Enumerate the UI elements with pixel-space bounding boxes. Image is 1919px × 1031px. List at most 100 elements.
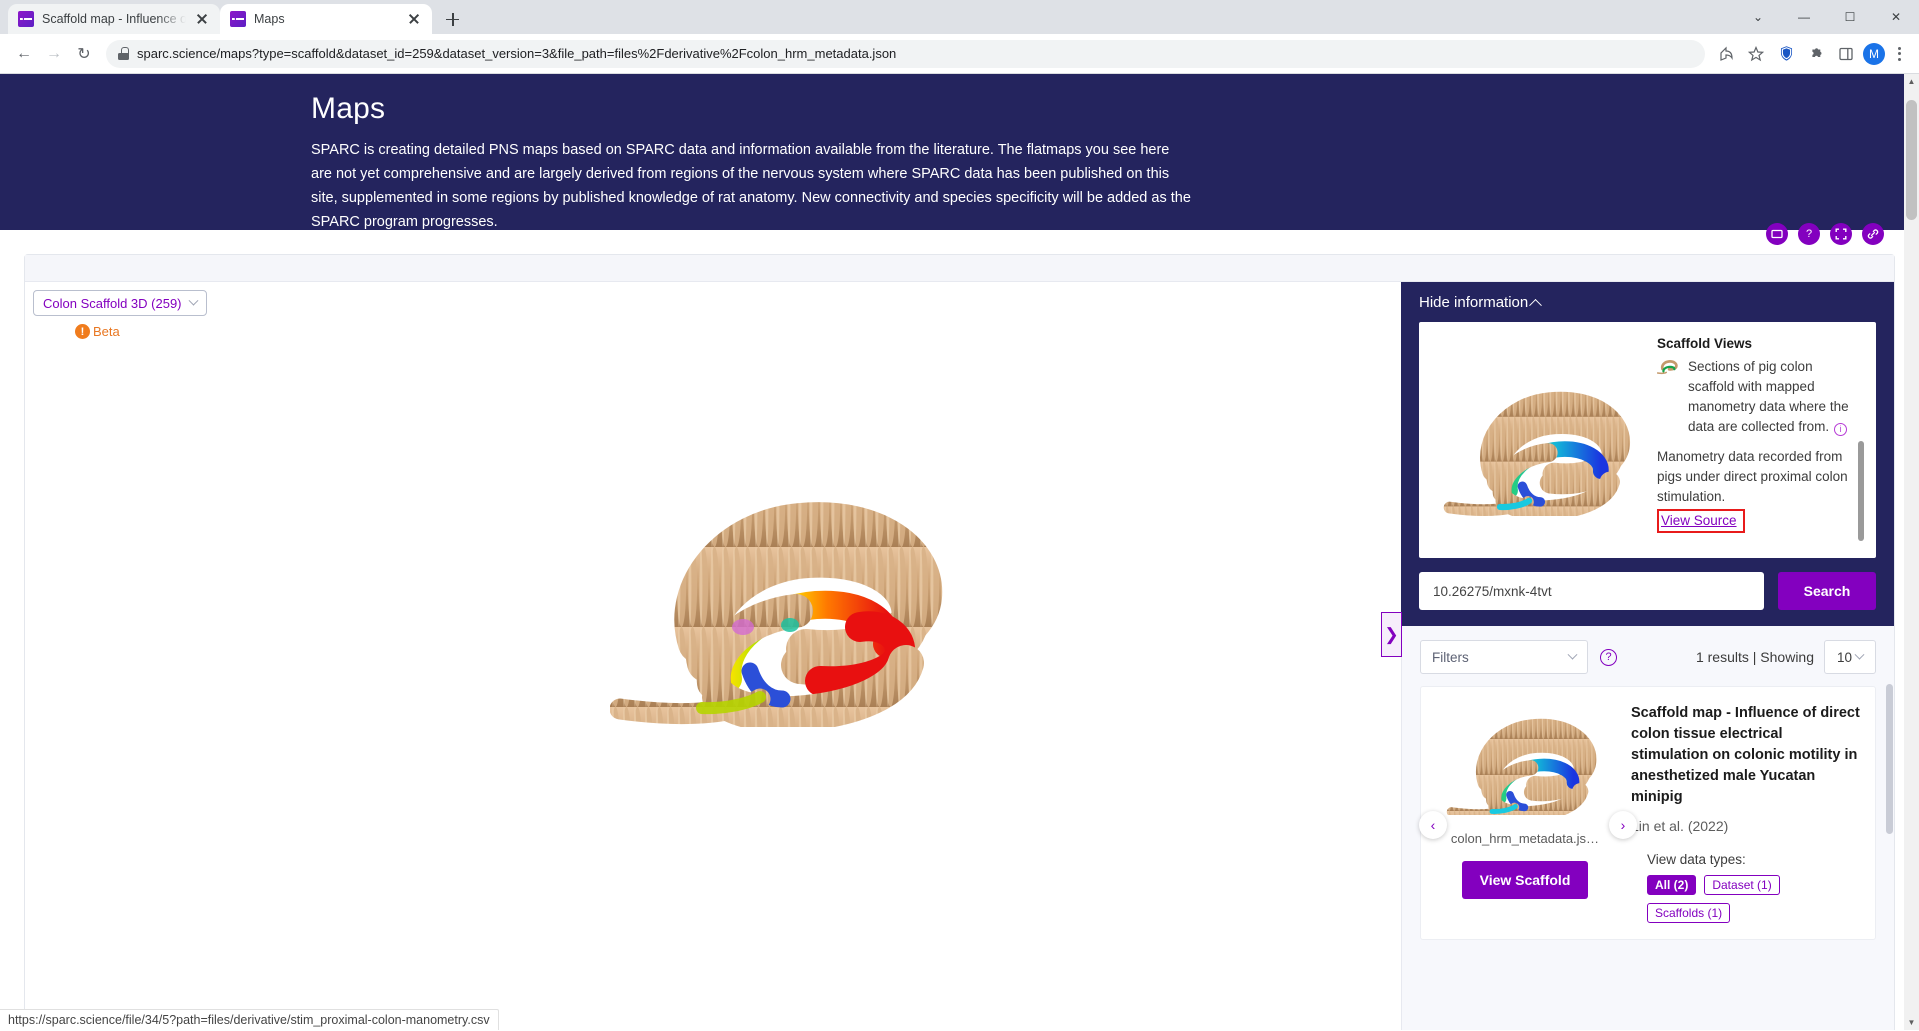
window-collapse-icon[interactable]: ⌄	[1735, 0, 1781, 34]
new-tab-button[interactable]	[438, 5, 466, 33]
data-types-label: View data types:	[1647, 852, 1746, 867]
search-button[interactable]: Search	[1778, 572, 1876, 610]
carousel-next-button[interactable]: ›	[1609, 811, 1637, 839]
chip-all[interactable]: All (2)	[1647, 875, 1697, 895]
scaffold-views-description: Sections of pig colon scaffold with mapp…	[1688, 359, 1849, 436]
chevron-down-icon	[1854, 649, 1865, 660]
scaffold-views-card: Scaffold Views Sections of pig colon sca…	[1419, 322, 1876, 558]
toolbar-icon-group: M	[1713, 41, 1909, 67]
results-count: 1 results | Showing 10	[1696, 640, 1876, 674]
shield-icon[interactable]	[1773, 41, 1799, 67]
search-input[interactable]: 10.26275/mxnk-4tvt	[1419, 572, 1764, 610]
status-bar-url: https://sparc.science/file/34/5?path=fil…	[8, 1013, 490, 1027]
scaffold-select-dropdown[interactable]: Colon Scaffold 3D (259)	[33, 290, 207, 316]
scaffold-preview-image[interactable]	[1433, 336, 1647, 546]
result-thumbnail[interactable]	[1435, 703, 1615, 815]
carousel-prev-button[interactable]: ‹	[1419, 811, 1447, 839]
page-title: Maps	[311, 92, 386, 125]
window-maximize-icon[interactable]: ☐	[1827, 0, 1873, 34]
hide-information-button[interactable]: Hide information	[1419, 294, 1876, 312]
tab-close-icon[interactable]	[406, 11, 422, 27]
address-bar-url: sparc.science/maps?type=scaffold&dataset…	[137, 46, 897, 61]
beta-badge: ! Beta	[75, 324, 120, 339]
scaffold-thumbnail-icon	[1657, 357, 1679, 379]
view-scaffold-button[interactable]: View Scaffold	[1461, 861, 1589, 899]
link-chain-icon[interactable]	[1862, 223, 1884, 245]
scaffold-views-note: Manometry data recorded from pigs under …	[1657, 449, 1848, 504]
profile-avatar[interactable]: M	[1863, 42, 1885, 65]
scroll-down-arrow-icon[interactable]: ▼	[1904, 1015, 1919, 1030]
info-icon[interactable]: i	[1834, 423, 1848, 436]
share-icon[interactable]	[1713, 41, 1739, 67]
result-card-details: Scaffold map - Influence of direct colon…	[1623, 703, 1861, 923]
help-question-icon[interactable]: ?	[1798, 223, 1820, 245]
bookmark-star-icon[interactable]	[1743, 41, 1769, 67]
sidepanel-toggle-button[interactable]: ❯	[1381, 612, 1402, 657]
filters-help-icon[interactable]: ?	[1600, 648, 1617, 666]
scaffold-views-text: Scaffold Views Sections of pig colon sca…	[1657, 336, 1866, 546]
tab-close-icon[interactable]	[194, 11, 210, 27]
result-title[interactable]: Scaffold map - Influence of direct colon…	[1631, 703, 1861, 808]
sidebar-icon[interactable]	[1833, 41, 1859, 67]
map-top-strip	[25, 255, 1894, 282]
forward-button[interactable]: →	[40, 40, 68, 68]
scaffold-views-heading: Scaffold Views	[1657, 336, 1753, 351]
search-row: 10.26275/mxnk-4tvt Search	[1401, 572, 1894, 626]
warning-icon: !	[75, 324, 90, 339]
result-card: ‹ › colon_hrm_metadata.js… View Scaffold…	[1419, 686, 1876, 940]
chevron-down-icon	[188, 295, 198, 306]
page-size-value: 10	[1836, 649, 1853, 665]
browser-tab-1[interactable]: Scaffold map - Influence of direc	[8, 4, 220, 34]
view-source-link[interactable]: View Source	[1661, 513, 1737, 528]
page-content: Maps SPARC is creating detailed PNS maps…	[0, 74, 1919, 1030]
information-sidepanel: ❯ Hide information Scaffold Views Sectio…	[1381, 282, 1894, 1030]
window-minimize-icon[interactable]: —	[1781, 0, 1827, 34]
map-toolbar: ?	[1766, 223, 1884, 245]
sidepanel-header: Hide information Scaffold Views Sections…	[1401, 282, 1894, 572]
fullscreen-expand-icon[interactable]	[1830, 223, 1852, 245]
map-viewer: ? Colon Scaffold 3D (259) ! Beta ❯ Hide …	[24, 223, 1895, 1030]
chip-dataset[interactable]: Dataset (1)	[1704, 875, 1780, 895]
window-controls: ⌄ — ☐ ✕	[1735, 0, 1919, 34]
result-card-media: ‹ › colon_hrm_metadata.js… View Scaffold	[1419, 703, 1637, 923]
lock-icon	[118, 47, 129, 60]
hide-information-label: Hide information	[1419, 294, 1529, 311]
page-scrollbar-thumb[interactable]	[1906, 100, 1917, 220]
window-close-icon[interactable]: ✕	[1873, 0, 1919, 34]
tab-favicon-icon	[230, 11, 246, 27]
tab-favicon-icon	[18, 11, 34, 27]
results-count-label: 1 results | Showing	[1695, 649, 1814, 665]
chevron-down-icon	[1567, 649, 1578, 660]
page-scrollbar[interactable]: ▲ ▼	[1904, 74, 1919, 1030]
filter-bar: Filters ? 1 results | Showing 10	[1402, 626, 1894, 686]
result-authors: Lin et al. (2022)	[1631, 818, 1729, 834]
extensions-puzzle-icon[interactable]	[1803, 41, 1829, 67]
page-description: SPARC is creating detailed PNS maps base…	[311, 142, 1191, 230]
browser-tab-2[interactable]: Maps	[220, 4, 432, 34]
page-size-dropdown[interactable]: 10	[1824, 640, 1876, 674]
tab-title: Maps	[254, 12, 285, 26]
browser-toolbar: ← → ↻ sparc.science/maps?type=scaffold&d…	[0, 34, 1919, 74]
status-bar: https://sparc.science/file/34/5?path=fil…	[0, 1009, 499, 1030]
result-filename: colon_hrm_metadata.js…	[1450, 831, 1600, 846]
scroll-up-arrow-icon[interactable]: ▲	[1904, 74, 1919, 89]
card-scrollbar[interactable]	[1858, 441, 1864, 541]
display-window-icon[interactable]	[1766, 223, 1788, 245]
back-button[interactable]: ←	[10, 40, 38, 68]
chip-scaffolds[interactable]: Scaffolds (1)	[1647, 903, 1731, 923]
filters-label: Filters	[1432, 649, 1469, 665]
tab-title: Scaffold map - Influence of direc	[42, 12, 186, 26]
chevron-up-icon	[1529, 298, 1543, 312]
browser-menu-icon[interactable]	[1889, 46, 1909, 61]
colon-3d-model[interactable]	[609, 467, 960, 733]
beta-label: Beta	[93, 324, 120, 339]
results-scrollbar[interactable]	[1886, 684, 1893, 834]
results-section: Filters ? 1 results | Showing 10 ‹ › col…	[1401, 626, 1894, 1030]
map-canvas[interactable]: Colon Scaffold 3D (259) ! Beta ❯ Hide in…	[25, 282, 1894, 1030]
data-type-chips: All (2) Dataset (1) Scaffolds (1)	[1647, 875, 1861, 923]
reload-button[interactable]: ↻	[70, 40, 98, 68]
page-hero: Maps SPARC is creating detailed PNS maps…	[0, 74, 1919, 230]
address-bar[interactable]: sparc.science/maps?type=scaffold&dataset…	[106, 39, 1705, 68]
filters-dropdown[interactable]: Filters	[1420, 640, 1588, 674]
browser-tab-bar: Scaffold map - Influence of direc Maps ⌄…	[0, 0, 1919, 34]
